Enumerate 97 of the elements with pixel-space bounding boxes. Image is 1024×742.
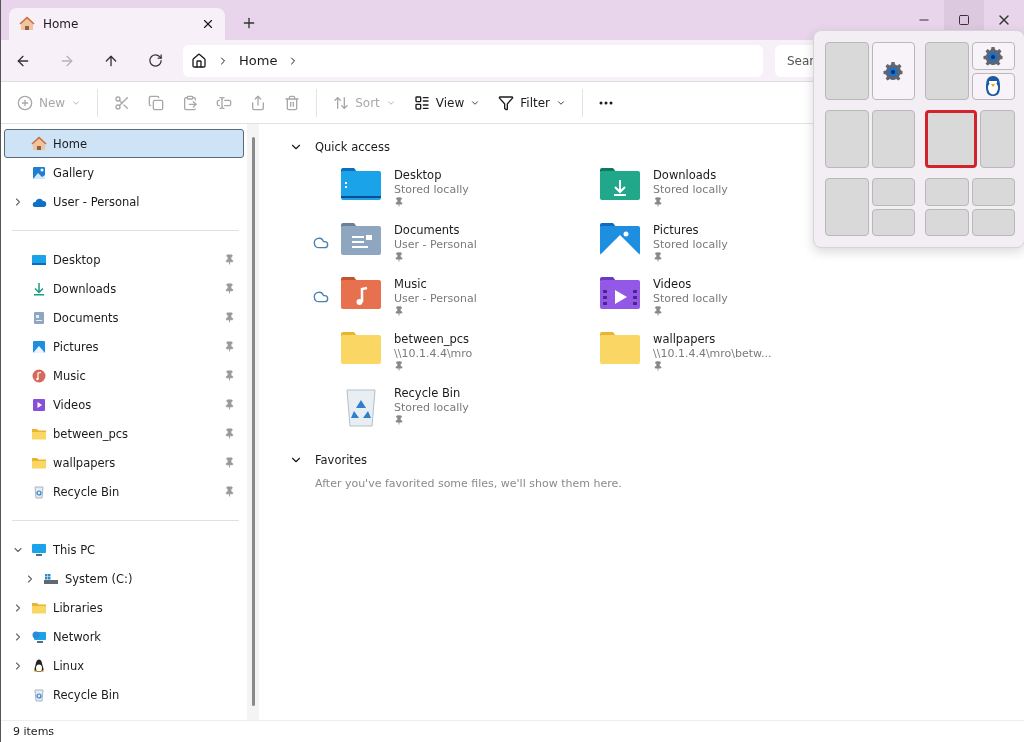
folder-tile[interactable]: Pictures Stored locally: [572, 218, 831, 274]
folder-name: Recycle Bin: [394, 386, 462, 401]
sidebar-item[interactable]: Linux: [4, 651, 244, 680]
sidebar-item[interactable]: Pictures: [4, 332, 244, 361]
more-icon: [599, 100, 613, 105]
item-count: 9 items: [13, 725, 55, 738]
folder-location: \\10.1.4.4\mro\betw...: [653, 346, 772, 361]
sidebar-item[interactable]: Downloads: [4, 274, 244, 303]
tab[interactable]: Home: [9, 8, 225, 40]
folder-location: Stored locally: [653, 236, 728, 252]
recycle-bin-icon: [31, 483, 47, 500]
section-title: Quick access: [315, 140, 390, 154]
recycle-bin-icon: [31, 686, 47, 703]
sidebar-item[interactable]: Music: [4, 361, 244, 390]
sidebar-item[interactable]: System (C:): [4, 564, 244, 593]
folder-tile[interactable]: wallpapers \\10.1.4.4\mro\betw...: [572, 327, 831, 383]
folder-name: Documents: [394, 222, 461, 237]
snap-zone[interactable]: [971, 72, 1015, 100]
sidebar-item[interactable]: Recycle Bin: [4, 680, 244, 709]
sidebar-item[interactable]: Desktop: [4, 245, 244, 274]
gear-icon: [883, 61, 904, 81]
folder-tile[interactable]: Music User - Personal: [313, 273, 572, 328]
gear-icon: [983, 45, 1004, 66]
penguin-icon: [984, 75, 1003, 98]
documents-folder-icon: [341, 222, 381, 255]
folder-location: \\10.1.4.4\mro: [394, 346, 473, 361]
plus-icon: [17, 94, 33, 111]
folder-location: User - Personal: [394, 291, 477, 307]
address-bar[interactable]: Home: [183, 44, 763, 77]
scrollbar-thumb[interactable]: [251, 137, 255, 706]
folder-tile[interactable]: Recycle Bin Stored locally: [313, 382, 572, 437]
folder-location: User - Personal: [394, 236, 477, 252]
trash-icon: [284, 94, 301, 111]
share-icon: [250, 94, 267, 111]
pictures-icon: [31, 338, 47, 355]
folder-name: Desktop: [394, 168, 443, 182]
empty-message: After you've favorited some files, we'll show them here.: [315, 476, 623, 490]
sidebar-item[interactable]: Videos: [4, 390, 244, 419]
music-icon: [31, 367, 47, 384]
sidebar-item[interactable]: This PC: [4, 535, 244, 564]
section-title: Favorites: [315, 452, 367, 467]
snap-zone[interactable]: [871, 42, 915, 100]
sidebar-item[interactable]: Documents: [4, 303, 244, 332]
folder-location: Stored locally: [653, 182, 728, 197]
sort-icon: [333, 94, 350, 111]
folder-icon: [600, 331, 640, 364]
sidebar-item[interactable]: Home: [4, 129, 244, 158]
plus-icon: [241, 15, 257, 31]
downloads-icon: [31, 280, 47, 297]
close-tab-icon: [201, 17, 215, 31]
folder-name: Videos: [653, 277, 693, 292]
folder-tile[interactable]: between_pcs \\10.1.4.4\mro: [313, 327, 572, 383]
maximize-icon: [958, 14, 970, 26]
folder-location: Stored locally: [394, 400, 469, 416]
music-folder-icon: [341, 277, 381, 310]
filter-icon: [498, 94, 515, 111]
folder-icon: [341, 331, 381, 364]
folder-tile[interactable]: Downloads Stored locally: [572, 164, 831, 219]
list-icon: [413, 94, 430, 111]
view-button[interactable]: View: [407, 86, 487, 119]
rename-icon: [216, 94, 233, 111]
breadcrumb[interactable]: Home: [239, 53, 278, 68]
folder-name: Downloads: [653, 168, 718, 182]
documents-icon: [31, 309, 47, 326]
folder-tile[interactable]: Documents User - Personal: [313, 218, 572, 274]
monitor-icon: [31, 541, 47, 558]
folder-name: between_pcs: [394, 331, 471, 346]
refresh-icon: [147, 53, 163, 68]
folder-name: Pictures: [653, 222, 700, 237]
filter-button[interactable]: Filter: [492, 86, 572, 119]
home-icon: [191, 52, 207, 69]
videos-folder-icon: [600, 277, 640, 310]
sidebar-item[interactable]: wallpapers: [4, 448, 244, 477]
gallery-icon: [31, 164, 47, 181]
sidebar-item[interactable]: Network: [4, 622, 244, 651]
folder-tile[interactable]: Videos Stored locally: [572, 273, 831, 328]
copy-icon: [148, 94, 165, 111]
sidebar-item[interactable]: User - Personal: [4, 187, 244, 216]
home-icon: [19, 16, 35, 32]
pictures-folder-icon: [600, 222, 640, 255]
sidebar-item[interactable]: between_pcs: [4, 419, 244, 448]
snap-zone[interactable]: [971, 42, 1015, 70]
folder-location: Stored locally: [653, 291, 728, 307]
clipboard-icon: [182, 94, 199, 111]
scissors-icon: [114, 94, 131, 111]
sidebar-item[interactable]: Recycle Bin: [4, 477, 244, 506]
videos-icon: [31, 396, 47, 413]
snap-zone[interactable]: [925, 110, 977, 168]
home-icon: [31, 135, 47, 152]
sidebar-item[interactable]: Gallery: [4, 158, 244, 187]
desktop-folder-icon: [341, 168, 381, 200]
sidebar-item[interactable]: Libraries: [4, 593, 244, 622]
downloads-folder-icon: [600, 168, 640, 200]
folder-tile[interactable]: Desktop Stored locally: [313, 164, 572, 219]
folder-name: wallpapers: [653, 331, 717, 346]
folder-location: Stored locally: [394, 182, 469, 197]
folder-name: Music: [394, 277, 428, 292]
